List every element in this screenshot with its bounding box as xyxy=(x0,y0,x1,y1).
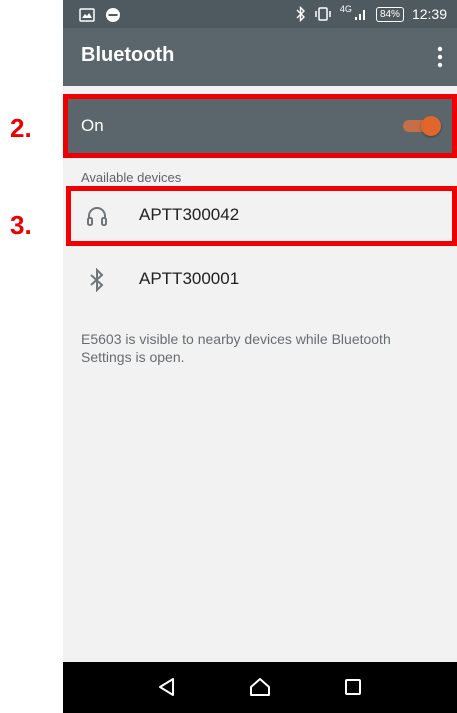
bluetooth-status-icon xyxy=(296,6,305,22)
annotation-label-step-3: 3. xyxy=(10,210,32,240)
status-time: 12:39 xyxy=(411,6,447,22)
do-not-disturb-icon xyxy=(105,8,120,23)
annotation-box-step-2 xyxy=(63,94,457,158)
annotation-box-step-3 xyxy=(66,186,457,246)
visibility-notice: E5603 is visible to nearby devices while… xyxy=(81,331,391,365)
status-left xyxy=(79,6,121,23)
vibrate-icon xyxy=(315,7,331,21)
device-name: APTT300001 xyxy=(139,269,240,288)
page-title: Bluetooth xyxy=(81,44,175,66)
overflow-menu-icon[interactable] xyxy=(437,46,443,68)
network-type-label: 4G xyxy=(339,4,352,14)
device-item-aptt300001[interactable]: APTT300001 xyxy=(63,252,457,308)
image-notification-icon xyxy=(79,8,95,23)
available-devices-header: Available devices xyxy=(81,170,182,185)
annotation-label-step-2: 2. xyxy=(10,113,32,143)
status-bar: 4G 84% 12:39 xyxy=(63,0,457,28)
bluetooth-icon xyxy=(90,268,104,292)
status-right: 4G 84% 12:39 xyxy=(296,4,447,24)
app-bar: Bluetooth xyxy=(63,28,457,86)
signal-strength-icon xyxy=(354,10,365,20)
battery-badge: 84% xyxy=(375,6,404,22)
back-button-icon[interactable] xyxy=(155,675,179,699)
recent-apps-button-icon[interactable] xyxy=(341,675,365,699)
navigation-bar xyxy=(63,662,457,713)
home-button-icon[interactable] xyxy=(248,675,272,699)
